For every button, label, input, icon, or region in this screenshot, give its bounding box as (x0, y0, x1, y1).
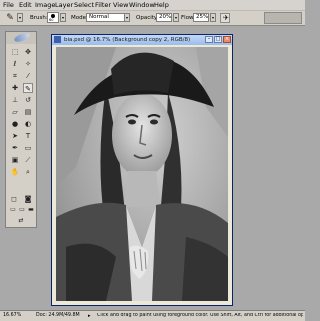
menu-help[interactable]: Help (154, 1, 169, 9)
document-size: Doc: 24.9M/49.8M (36, 313, 80, 318)
eraser-tool-icon[interactable]: ▱ (10, 107, 20, 117)
lasso-tool-icon[interactable]: ℓ (10, 59, 20, 69)
path-selection-tool-icon[interactable]: ➤ (10, 131, 20, 141)
slice-tool-icon[interactable]: ⁄ (23, 71, 33, 81)
crop-tool-icon[interactable]: ⌗ (10, 71, 20, 81)
opacity-slider-arrow[interactable] (173, 13, 179, 22)
clone-stamp-tool-icon[interactable]: ⊥ (10, 95, 20, 105)
image-canvas[interactable] (56, 47, 228, 301)
toolbox-panel: ⬚ ✥ ℓ ✧ ⌗ ⁄ ✚ ✎ ⊥ ↺ ▱ ▤ ● ◐ ➤ T ✒ ▭ ▣ ⟋ … (5, 31, 37, 223)
status-bar: 16.67% Doc: 24.9M/49.8M ▸ Click and drag… (0, 310, 305, 321)
status-menu-arrow-icon[interactable]: ▸ (88, 313, 93, 319)
notes-tool-icon[interactable]: ▣ (10, 155, 20, 165)
document-window: bia.psd @ 16.7% (Background copy 2, RGB/… (51, 34, 233, 306)
menu-file[interactable]: File (3, 1, 14, 9)
tool-preset-dropdown[interactable] (17, 13, 23, 22)
menu-image[interactable]: Image (35, 1, 55, 9)
eyedropper-tool-icon[interactable]: ⟋ (23, 155, 33, 165)
palette-well[interactable] (264, 12, 302, 24)
full-screen-mode-icon[interactable]: ▬ (26, 205, 36, 215)
zoom-tool-icon[interactable]: ⌕ (23, 167, 33, 177)
ps-document-icon (54, 36, 61, 43)
type-tool-icon[interactable]: T (23, 131, 33, 141)
feather-logo-icon (13, 31, 31, 44)
toolbox-header[interactable] (6, 31, 36, 44)
menu-window[interactable]: Window (129, 1, 155, 9)
zoom-level[interactable]: 16.67% (3, 313, 21, 319)
close-icon[interactable]: × (223, 36, 231, 43)
brush-size-value: 60 (49, 18, 54, 22)
hand-tool-icon[interactable]: ✋ (10, 167, 20, 177)
jump-to-imageready-icon[interactable]: ⇄ (16, 216, 26, 226)
pen-tool-icon[interactable]: ✒ (10, 143, 20, 153)
menu-filter[interactable]: Filter (95, 1, 111, 9)
mode-dropdown-arrow[interactable] (124, 13, 130, 22)
minimize-icon[interactable]: – (205, 36, 213, 43)
airbrush-toggle[interactable]: ✈ (220, 13, 230, 23)
brush-tool-preset-icon[interactable]: ✎ (5, 13, 15, 23)
dodge-tool-icon[interactable]: ◐ (23, 119, 33, 129)
tool-hint-text: Click and drag to paint using foreground… (97, 313, 303, 318)
document-title: bia.psd @ 16.7% (Background copy 2, RGB/… (64, 37, 191, 43)
airbrush-icon: ✈ (223, 14, 229, 22)
flow-input[interactable]: 25% (193, 13, 209, 22)
brush-preview[interactable]: 60 (47, 12, 59, 23)
menu-layer[interactable]: Layer (55, 1, 73, 9)
opacity-input[interactable]: 20% (156, 13, 172, 22)
magic-wand-tool-icon[interactable]: ✧ (23, 59, 33, 69)
shape-tool-icon[interactable]: ▭ (23, 143, 33, 153)
brush-tool-icon[interactable]: ✎ (23, 83, 33, 93)
menu-bar: File Edit Image Layer Select Filter View… (0, 0, 305, 11)
quick-mask-mode-icon[interactable]: ◙ (23, 194, 33, 204)
standard-mode-icon[interactable]: ◻ (9, 194, 19, 204)
toolbox-lower-panel: ◻ ◙ ▭ ▭ ▬ ⇄ (5, 192, 37, 228)
healing-brush-tool-icon[interactable]: ✚ (10, 83, 20, 93)
document-titlebar[interactable]: bia.psd @ 16.7% (Background copy 2, RGB/… (52, 35, 232, 45)
marquee-tool-icon[interactable]: ⬚ (10, 47, 20, 57)
blur-tool-icon[interactable]: ● (10, 119, 20, 129)
maximize-icon[interactable]: □ (214, 36, 222, 43)
portrait-painting (56, 47, 228, 301)
gradient-tool-icon[interactable]: ▤ (23, 107, 33, 117)
brush-label: Brush: (30, 15, 48, 21)
move-tool-icon[interactable]: ✥ (23, 47, 33, 57)
menu-edit[interactable]: Edit (19, 1, 32, 9)
menu-select[interactable]: Select (74, 1, 94, 9)
brush-picker-dropdown[interactable] (60, 13, 66, 22)
tool-options-bar: ✎ Brush: 60 Mode: Normal Opacity: 20% Fl… (0, 11, 305, 26)
menu-view[interactable]: View (113, 1, 128, 9)
flow-slider-arrow[interactable] (210, 13, 216, 22)
history-brush-tool-icon[interactable]: ↺ (23, 95, 33, 105)
